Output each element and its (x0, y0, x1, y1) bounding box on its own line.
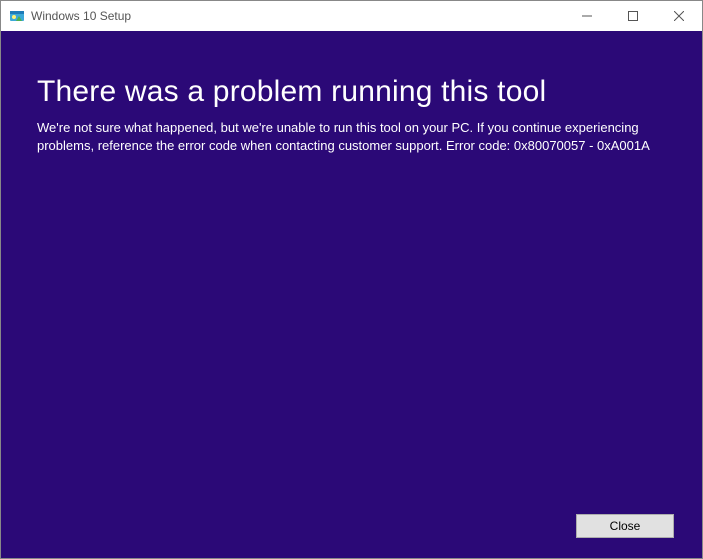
error-body: We're not sure what happened, but we're … (37, 119, 657, 154)
footer: Close (576, 514, 674, 538)
error-heading: There was a problem running this tool (37, 75, 666, 109)
maximize-button[interactable] (610, 1, 656, 31)
close-window-button[interactable] (656, 1, 702, 31)
setup-window: Windows 10 Setup There was a problem run… (0, 0, 703, 559)
close-button[interactable]: Close (576, 514, 674, 538)
content-area: There was a problem running this tool We… (1, 31, 702, 558)
app-icon (9, 8, 25, 24)
minimize-button[interactable] (564, 1, 610, 31)
window-title: Windows 10 Setup (31, 9, 131, 23)
titlebar: Windows 10 Setup (1, 1, 702, 31)
